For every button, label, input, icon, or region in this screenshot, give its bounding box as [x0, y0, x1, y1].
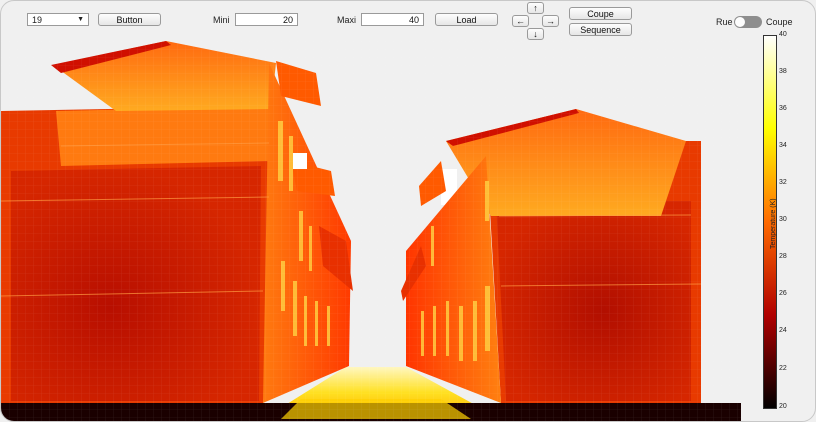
colorbar-tick: 32: [779, 179, 787, 186]
mini-input[interactable]: [235, 13, 298, 26]
colorbar-tick: 30: [779, 216, 787, 223]
colorbar-title: Temperature (K): [770, 198, 777, 249]
maxi-label: Maxi: [337, 15, 357, 25]
street-thermal-view[interactable]: [1, 39, 741, 422]
chevron-down-icon: ▼: [77, 16, 84, 23]
frame-dropdown-value: 19: [32, 14, 43, 25]
rue-coupe-toggle[interactable]: [734, 16, 762, 28]
colorbar-tick: 22: [779, 365, 787, 372]
thermal-mesh-grid: [1, 39, 741, 421]
maxi-input[interactable]: [361, 13, 424, 26]
arrow-up-icon: ↑: [533, 3, 538, 13]
colorbar-tick: 28: [779, 253, 787, 260]
arrow-down-icon: ↓: [533, 29, 538, 39]
mini-label: Mini: [213, 15, 230, 25]
toggle-rue-label: Rue: [716, 17, 733, 27]
load-button-label: Load: [456, 14, 477, 25]
arrow-right-icon: →: [546, 16, 555, 26]
colorbar-tick: 38: [779, 68, 787, 75]
coupe-button-label: Coupe: [587, 8, 614, 19]
colorbar-tick: 20: [779, 403, 787, 410]
sequence-button[interactable]: Sequence: [569, 23, 632, 36]
left-arrow-button[interactable]: ←: [512, 15, 529, 27]
colorbar-tick: 40: [779, 31, 787, 38]
app-window: 19 ▼ Button Mini Maxi Load ↑ ← → ↓ Coupe…: [0, 0, 816, 422]
up-arrow-button[interactable]: ↑: [527, 2, 544, 14]
toggle-coupe-label: Coupe: [766, 17, 793, 27]
generic-button-label: Button: [116, 14, 143, 25]
generic-button[interactable]: Button: [98, 13, 161, 26]
colorbar-tick: 24: [779, 327, 787, 334]
right-arrow-button[interactable]: →: [542, 15, 559, 27]
toggle-knob: [735, 17, 745, 27]
colorbar-tick: 34: [779, 142, 787, 149]
colorbar-tick: 36: [779, 105, 787, 112]
frame-dropdown[interactable]: 19 ▼: [27, 13, 89, 26]
sequence-button-label: Sequence: [580, 24, 621, 35]
colorbar-tick: 26: [779, 290, 787, 297]
coupe-button[interactable]: Coupe: [569, 7, 632, 20]
arrow-left-icon: ←: [516, 16, 525, 26]
load-button[interactable]: Load: [435, 13, 498, 26]
